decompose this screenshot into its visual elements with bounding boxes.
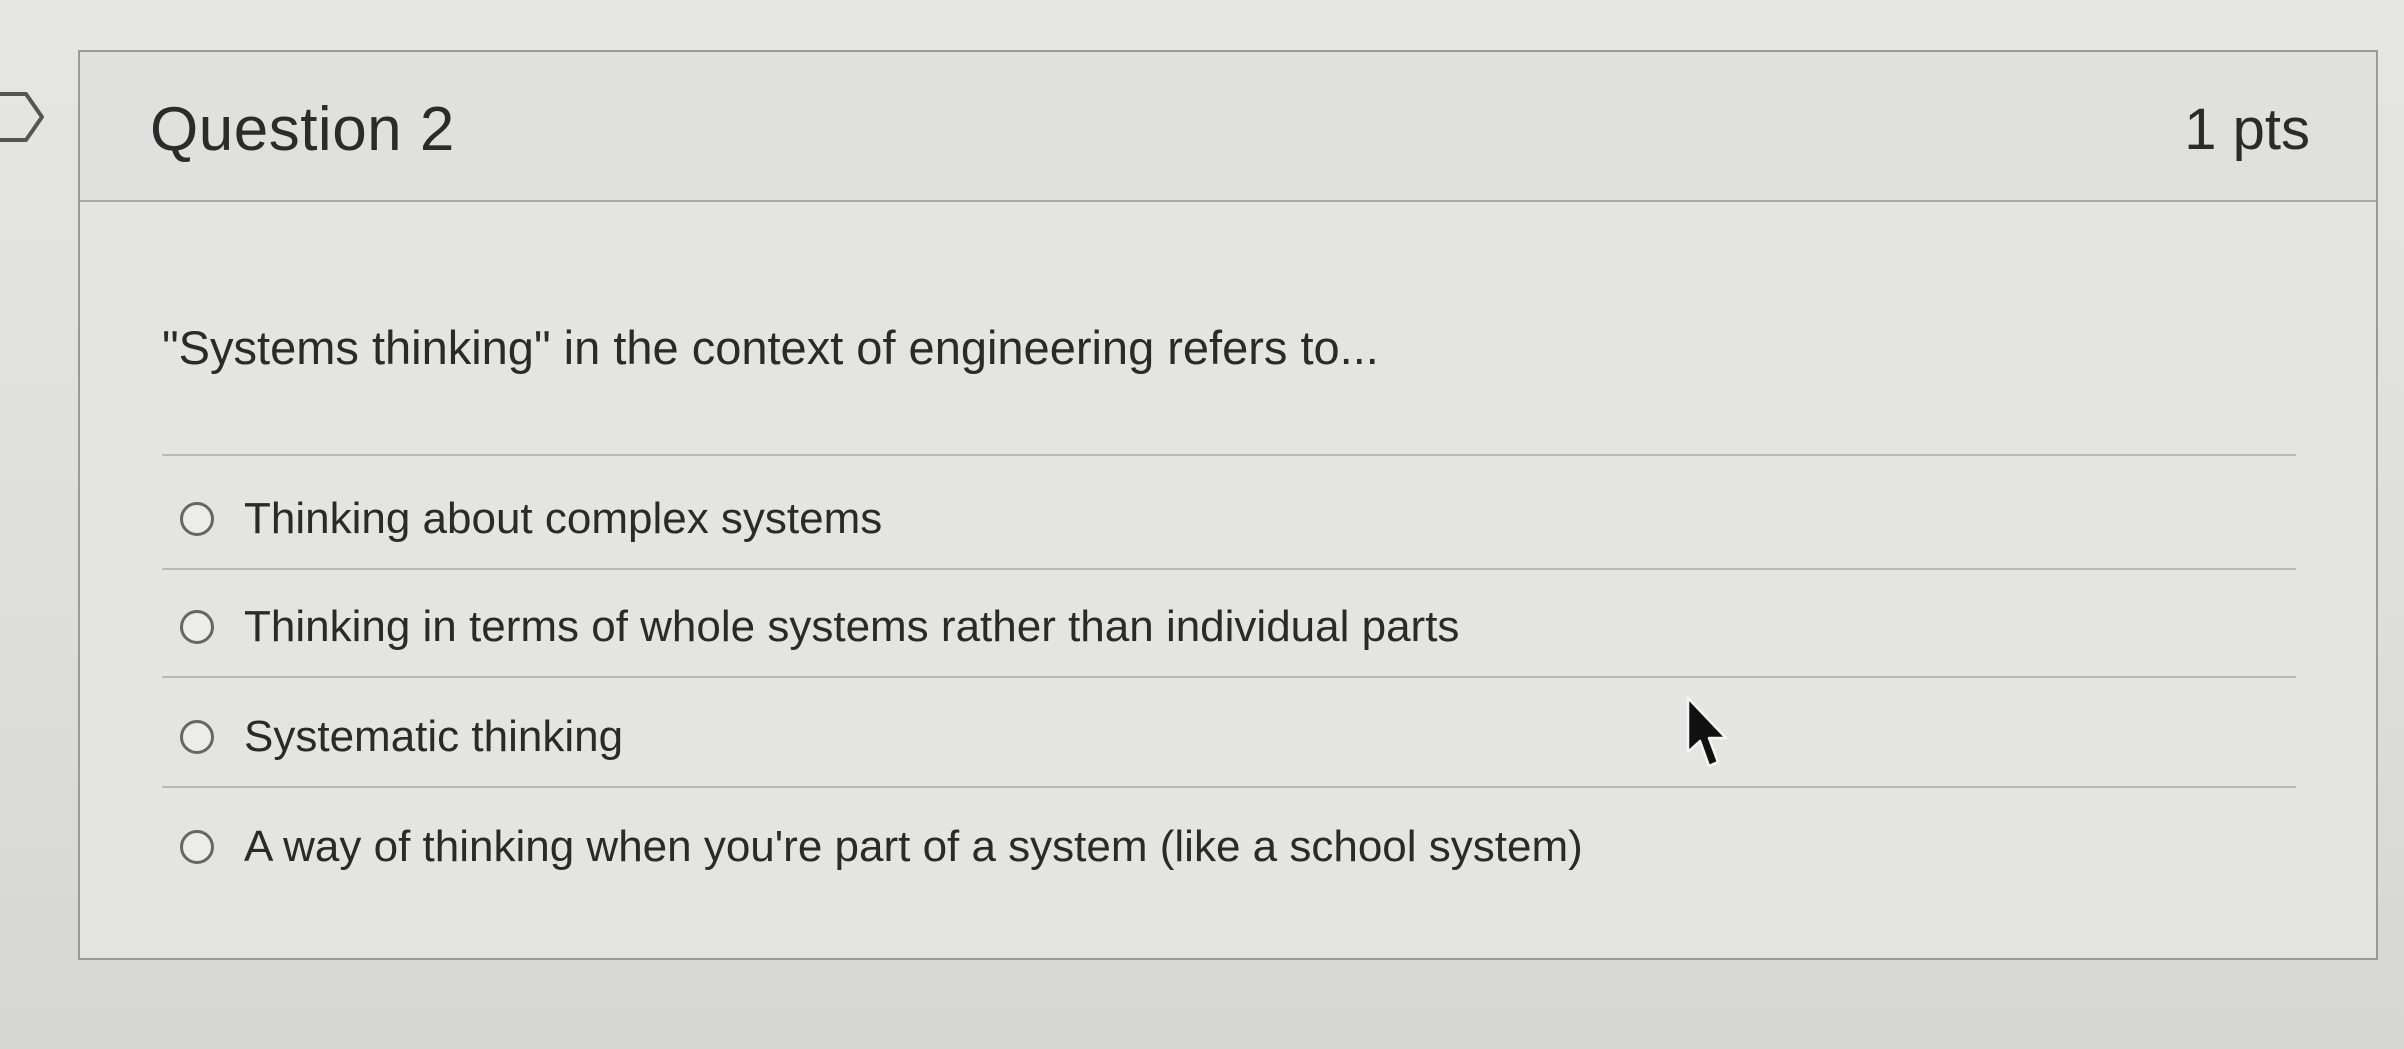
question-card: Question 2 1 pts "Systems thinking" in t… — [78, 50, 2378, 960]
answer-option[interactable]: Systematic thinking — [180, 702, 623, 772]
answer-divider — [162, 568, 2296, 570]
answer-divider — [162, 786, 2296, 788]
radio-button-icon[interactable] — [180, 830, 214, 864]
radio-button-icon[interactable] — [180, 720, 214, 754]
bookmark-flag-icon[interactable] — [0, 88, 48, 146]
answer-label: Systematic thinking — [244, 712, 624, 761]
answer-option[interactable]: Thinking in terms of whole systems rathe… — [180, 592, 1459, 662]
answer-label: A way of thinking when you're part of a … — [244, 822, 1583, 871]
answer-option[interactable]: Thinking about complex systems — [180, 484, 882, 554]
radio-button-icon[interactable] — [180, 610, 214, 644]
answer-label: Thinking about complex systems — [244, 494, 883, 543]
question-title: Question 2 — [150, 95, 455, 164]
answer-label: Thinking in terms of whole systems rathe… — [244, 602, 1460, 651]
question-header: Question 2 1 pts — [80, 52, 2376, 202]
mouse-pointer-icon — [1686, 696, 1728, 768]
question-text: "Systems thinking" in the context of eng… — [162, 321, 1379, 374]
radio-button-icon[interactable] — [180, 502, 214, 536]
answers-divider-top — [162, 454, 2296, 456]
question-points: 1 pts — [2184, 97, 2310, 162]
answer-divider — [162, 676, 2296, 678]
answer-option[interactable]: A way of thinking when you're part of a … — [180, 812, 1583, 882]
